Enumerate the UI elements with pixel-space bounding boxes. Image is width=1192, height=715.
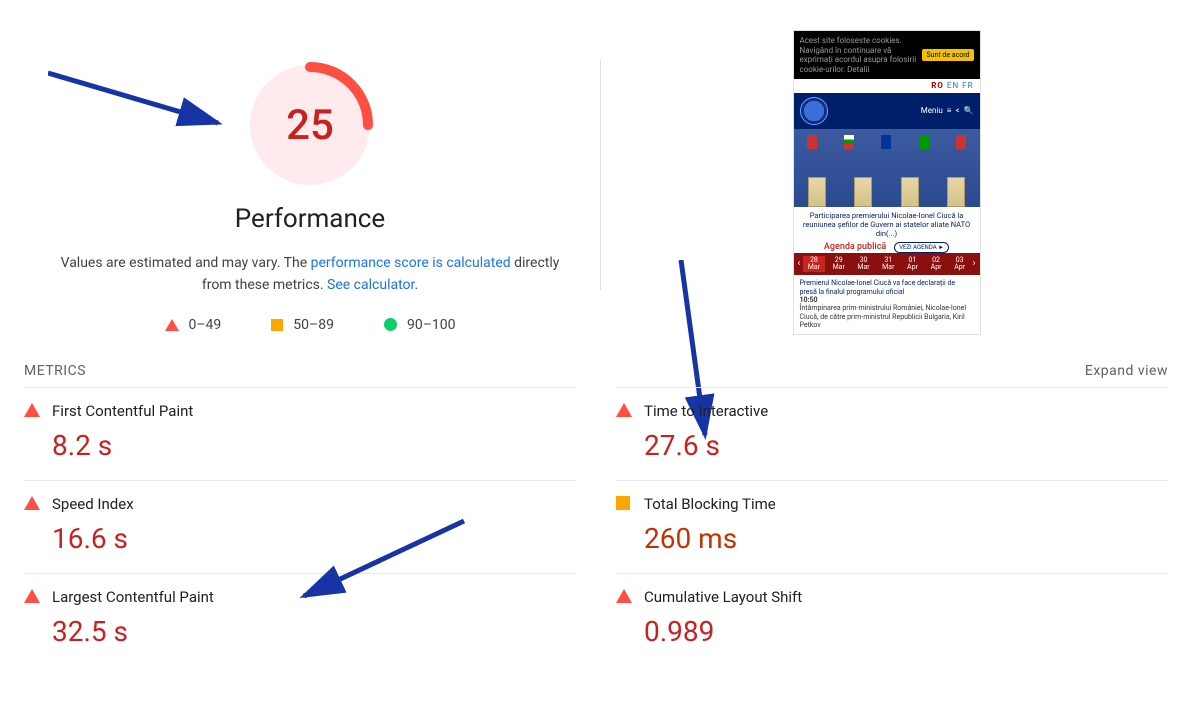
metric-value: 32.5 s [52,615,576,648]
see-calculator-link[interactable]: See calculator [327,277,414,293]
triangle-red-icon [24,403,40,417]
metric-name: Speed Index [52,495,576,514]
agenda-button: VEZI AGENDA ► [894,242,949,253]
metric-fcp[interactable]: First Contentful Paint 8.2 s [24,387,576,480]
page-screenshot-thumbnail: Acest site foloseste cookies. Navigând î… [793,30,981,335]
metric-name: Cumulative Layout Shift [644,588,1168,607]
metric-tbt[interactable]: Total Blocking Time 260 ms [616,480,1168,573]
metric-name: Total Blocking Time [644,495,1168,514]
metric-lcp[interactable]: Largest Contentful Paint 32.5 s [24,573,576,666]
legend-poor: 0–49 [165,317,222,333]
metric-tti[interactable]: Time to Interactive 27.6 s [616,387,1168,480]
metrics-heading: METRICS [24,363,86,379]
triangle-red-icon [24,589,40,603]
metric-si[interactable]: Speed Index 16.6 s [24,480,576,573]
language-switcher: RO EN FR [794,79,980,93]
triangle-red-icon [165,319,179,331]
performance-title: Performance [20,204,600,234]
metric-name: First Contentful Paint [52,402,576,421]
metric-name: Time to Interactive [644,402,1168,421]
legend-average: 50–89 [271,317,334,333]
metric-cls[interactable]: Cumulative Layout Shift 0.989 [616,573,1168,666]
expand-view-link[interactable]: Expand view [1085,363,1168,379]
metric-value: 27.6 s [644,429,1168,462]
gov-seal-icon [800,97,828,125]
calendar-strip: ‹ 28 Mar 29 Mar 30 Mar 31 Mar 01 Apr 02 … [794,253,980,275]
share-icon: < [955,106,959,116]
cal-next-icon: › [972,258,975,270]
performance-score: 25 [245,60,375,190]
cookie-text: Acest site foloseste cookies. Navigând î… [800,36,920,74]
metric-value: 260 ms [644,522,1168,555]
hamburger-icon: ≡ [947,106,952,116]
triangle-red-icon [24,496,40,510]
square-orange-icon [271,319,283,331]
performance-description: Values are estimated and may vary. The p… [50,252,570,297]
metric-value: 8.2 s [52,429,576,462]
triangle-red-icon [616,403,632,417]
score-calc-link[interactable]: performance score is calculated [311,255,511,271]
score-legend: 0–49 50–89 90–100 [20,317,600,333]
legend-good: 90–100 [384,317,456,333]
cal-prev-icon: ‹ [798,258,801,270]
triangle-red-icon [616,589,632,603]
hero-caption: Participarea premierului Nicolae-Ionel C… [794,207,980,242]
search-icon: 🔍 [964,106,974,116]
metric-value: 0.989 [644,615,1168,648]
agenda-title: Agenda publică [824,240,886,254]
menu-label: Meniu [921,106,943,116]
performance-gauge: 25 [245,60,375,190]
cookie-accept-button: Sunt de acord [922,49,973,61]
metric-value: 16.6 s [52,522,576,555]
circle-green-icon [384,318,397,331]
square-orange-icon [616,496,630,510]
hero-image [794,129,980,207]
metric-name: Largest Contentful Paint [52,588,576,607]
